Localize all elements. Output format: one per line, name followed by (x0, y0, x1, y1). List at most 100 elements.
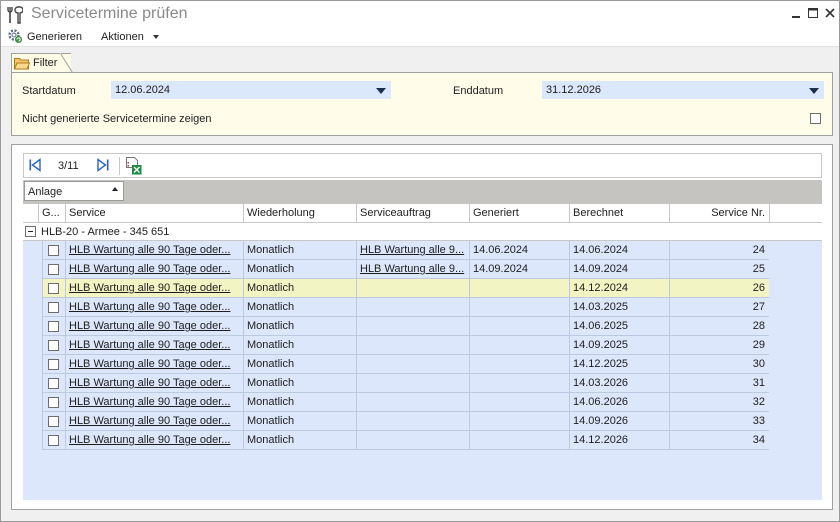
table-row[interactable]: HLB Wartung alle 90 Tage oder... Monatlic… (42, 412, 769, 431)
end-date-field[interactable]: 31.12.2026 (542, 81, 824, 99)
service-cell[interactable]: HLB Wartung alle 90 Tage oder... (65, 241, 243, 260)
table-row[interactable]: HLB Wartung alle 90 Tage oder... Monatlic… (42, 317, 769, 336)
service-cell[interactable]: HLB Wartung alle 90 Tage oder... (65, 393, 243, 412)
service-cell[interactable]: HLB Wartung alle 90 Tage oder... (65, 374, 243, 393)
service-cell[interactable]: HLB Wartung alle 90 Tage oder... (65, 260, 243, 279)
generated-cell (469, 279, 569, 298)
generate-checkbox[interactable] (48, 264, 59, 275)
table-row[interactable]: HLB Wartung alle 90 Tage oder... Monatlic… (42, 241, 769, 260)
service-nr-cell: 27 (669, 298, 769, 317)
group-row[interactable]: HLB-20 - Armee - 345 651 (23, 223, 822, 241)
excel-export-icon[interactable] (125, 157, 142, 178)
page-indicator: 3/11 (58, 160, 79, 172)
generate-checkbox[interactable] (48, 378, 59, 389)
table-row[interactable]: HLB Wartung alle 90 Tage oder... Monatlic… (42, 393, 769, 412)
first-page-button[interactable] (28, 158, 42, 175)
generate-checkbox[interactable] (48, 435, 59, 446)
column-header-service-nr[interactable]: Service Nr. (669, 204, 769, 223)
show-ungenerated-checkbox[interactable] (810, 113, 821, 124)
group-label: HLB-20 - Armee - 345 651 (41, 226, 170, 238)
close-button[interactable] (823, 6, 837, 20)
last-page-button[interactable] (96, 158, 110, 175)
chevron-down-icon (152, 35, 159, 39)
generate-checkbox[interactable] (48, 397, 59, 408)
calculated-cell: 14.09.2026 (569, 412, 669, 431)
column-header-service[interactable]: Service (65, 204, 243, 223)
generate-checkbox-cell[interactable] (42, 317, 65, 336)
calculated-cell: 14.06.2024 (569, 241, 669, 260)
generate-button[interactable]: Generieren (7, 28, 82, 45)
calculated-cell: 14.03.2025 (569, 298, 669, 317)
generate-checkbox[interactable] (48, 302, 59, 313)
show-ungenerated-label: Nicht generierte Servicetermine zeigen (22, 113, 212, 125)
generate-checkbox[interactable] (48, 245, 59, 256)
folder-icon (13, 57, 31, 73)
column-header-calculated[interactable]: Berechnet (569, 204, 669, 223)
start-date-field[interactable]: 12.06.2024 (111, 81, 391, 99)
column-header-generated[interactable]: Generiert (469, 204, 569, 223)
column-header-order[interactable]: Serviceauftrag (356, 204, 469, 223)
table-row[interactable]: HLB Wartung alle 90 Tage oder... Monatlic… (42, 279, 769, 298)
generate-checkbox-cell[interactable] (42, 279, 65, 298)
grid-header: G... Service Wiederholung Serviceauftrag… (23, 204, 822, 223)
order-cell (356, 317, 469, 336)
service-cell[interactable]: HLB Wartung alle 90 Tage oder... (65, 412, 243, 431)
service-grid: G... Service Wiederholung Serviceauftrag… (23, 204, 822, 500)
generated-cell (469, 336, 569, 355)
generate-checkbox-cell[interactable] (42, 298, 65, 317)
order-cell (356, 279, 469, 298)
table-row[interactable]: HLB Wartung alle 90 Tage oder... Monatlic… (42, 431, 769, 450)
generate-checkbox-cell[interactable] (42, 241, 65, 260)
dropdown-arrow-icon[interactable] (809, 88, 819, 94)
generated-cell (469, 355, 569, 374)
generate-checkbox-cell[interactable] (42, 336, 65, 355)
calculated-cell: 14.12.2024 (569, 279, 669, 298)
table-row[interactable]: HLB Wartung alle 90 Tage oder... Monatlic… (42, 298, 769, 317)
calculated-cell: 14.06.2026 (569, 393, 669, 412)
minimize-button[interactable] (789, 6, 803, 20)
generate-checkbox[interactable] (48, 321, 59, 332)
column-header-repeat[interactable]: Wiederholung (243, 204, 356, 223)
column-header-generate[interactable]: G... (38, 204, 65, 223)
order-cell[interactable]: HLB Wartung alle 9... (356, 260, 469, 279)
table-row[interactable]: HLB Wartung alle 90 Tage oder... Monatlic… (42, 355, 769, 374)
calculated-cell: 14.09.2025 (569, 336, 669, 355)
service-cell[interactable]: HLB Wartung alle 90 Tage oder... (65, 298, 243, 317)
dropdown-arrow-icon[interactable] (376, 88, 386, 94)
service-cell[interactable]: HLB Wartung alle 90 Tage oder... (65, 336, 243, 355)
order-cell[interactable]: HLB Wartung alle 9... (356, 241, 469, 260)
service-cell[interactable]: HLB Wartung alle 90 Tage oder... (65, 279, 243, 298)
table-row[interactable]: HLB Wartung alle 90 Tage oder... Monatlic… (42, 260, 769, 279)
order-cell (356, 374, 469, 393)
generate-checkbox[interactable] (48, 359, 59, 370)
maximize-button[interactable] (806, 6, 820, 20)
service-nr-cell: 26 (669, 279, 769, 298)
service-nr-cell: 32 (669, 393, 769, 412)
order-cell (356, 393, 469, 412)
generate-checkbox-cell[interactable] (42, 374, 65, 393)
generated-cell (469, 298, 569, 317)
table-row[interactable]: HLB Wartung alle 90 Tage oder... Monatlic… (42, 374, 769, 393)
service-nr-cell: 33 (669, 412, 769, 431)
generate-checkbox-cell[interactable] (42, 431, 65, 450)
generate-checkbox[interactable] (48, 340, 59, 351)
service-cell[interactable]: HLB Wartung alle 90 Tage oder... (65, 431, 243, 450)
group-by-anlage-chip[interactable]: Anlage (24, 181, 124, 201)
actions-menu[interactable]: Aktionen (101, 29, 159, 45)
generate-checkbox-cell[interactable] (42, 355, 65, 374)
service-nr-cell: 29 (669, 336, 769, 355)
service-cell[interactable]: HLB Wartung alle 90 Tage oder... (65, 317, 243, 336)
generate-checkbox-cell[interactable] (42, 412, 65, 431)
sort-ascending-icon[interactable] (112, 187, 118, 191)
collapse-toggle-icon[interactable] (25, 226, 36, 237)
generate-checkbox[interactable] (48, 283, 59, 294)
calculated-cell: 14.06.2025 (569, 317, 669, 336)
generate-checkbox-cell[interactable] (42, 393, 65, 412)
repeat-cell: Monatlich (243, 412, 356, 431)
table-row[interactable]: HLB Wartung alle 90 Tage oder... Monatlic… (42, 336, 769, 355)
group-by-label: Anlage (28, 186, 63, 198)
generate-checkbox-cell[interactable] (42, 260, 65, 279)
service-nr-cell: 24 (669, 241, 769, 260)
generate-checkbox[interactable] (48, 416, 59, 427)
service-cell[interactable]: HLB Wartung alle 90 Tage oder... (65, 355, 243, 374)
